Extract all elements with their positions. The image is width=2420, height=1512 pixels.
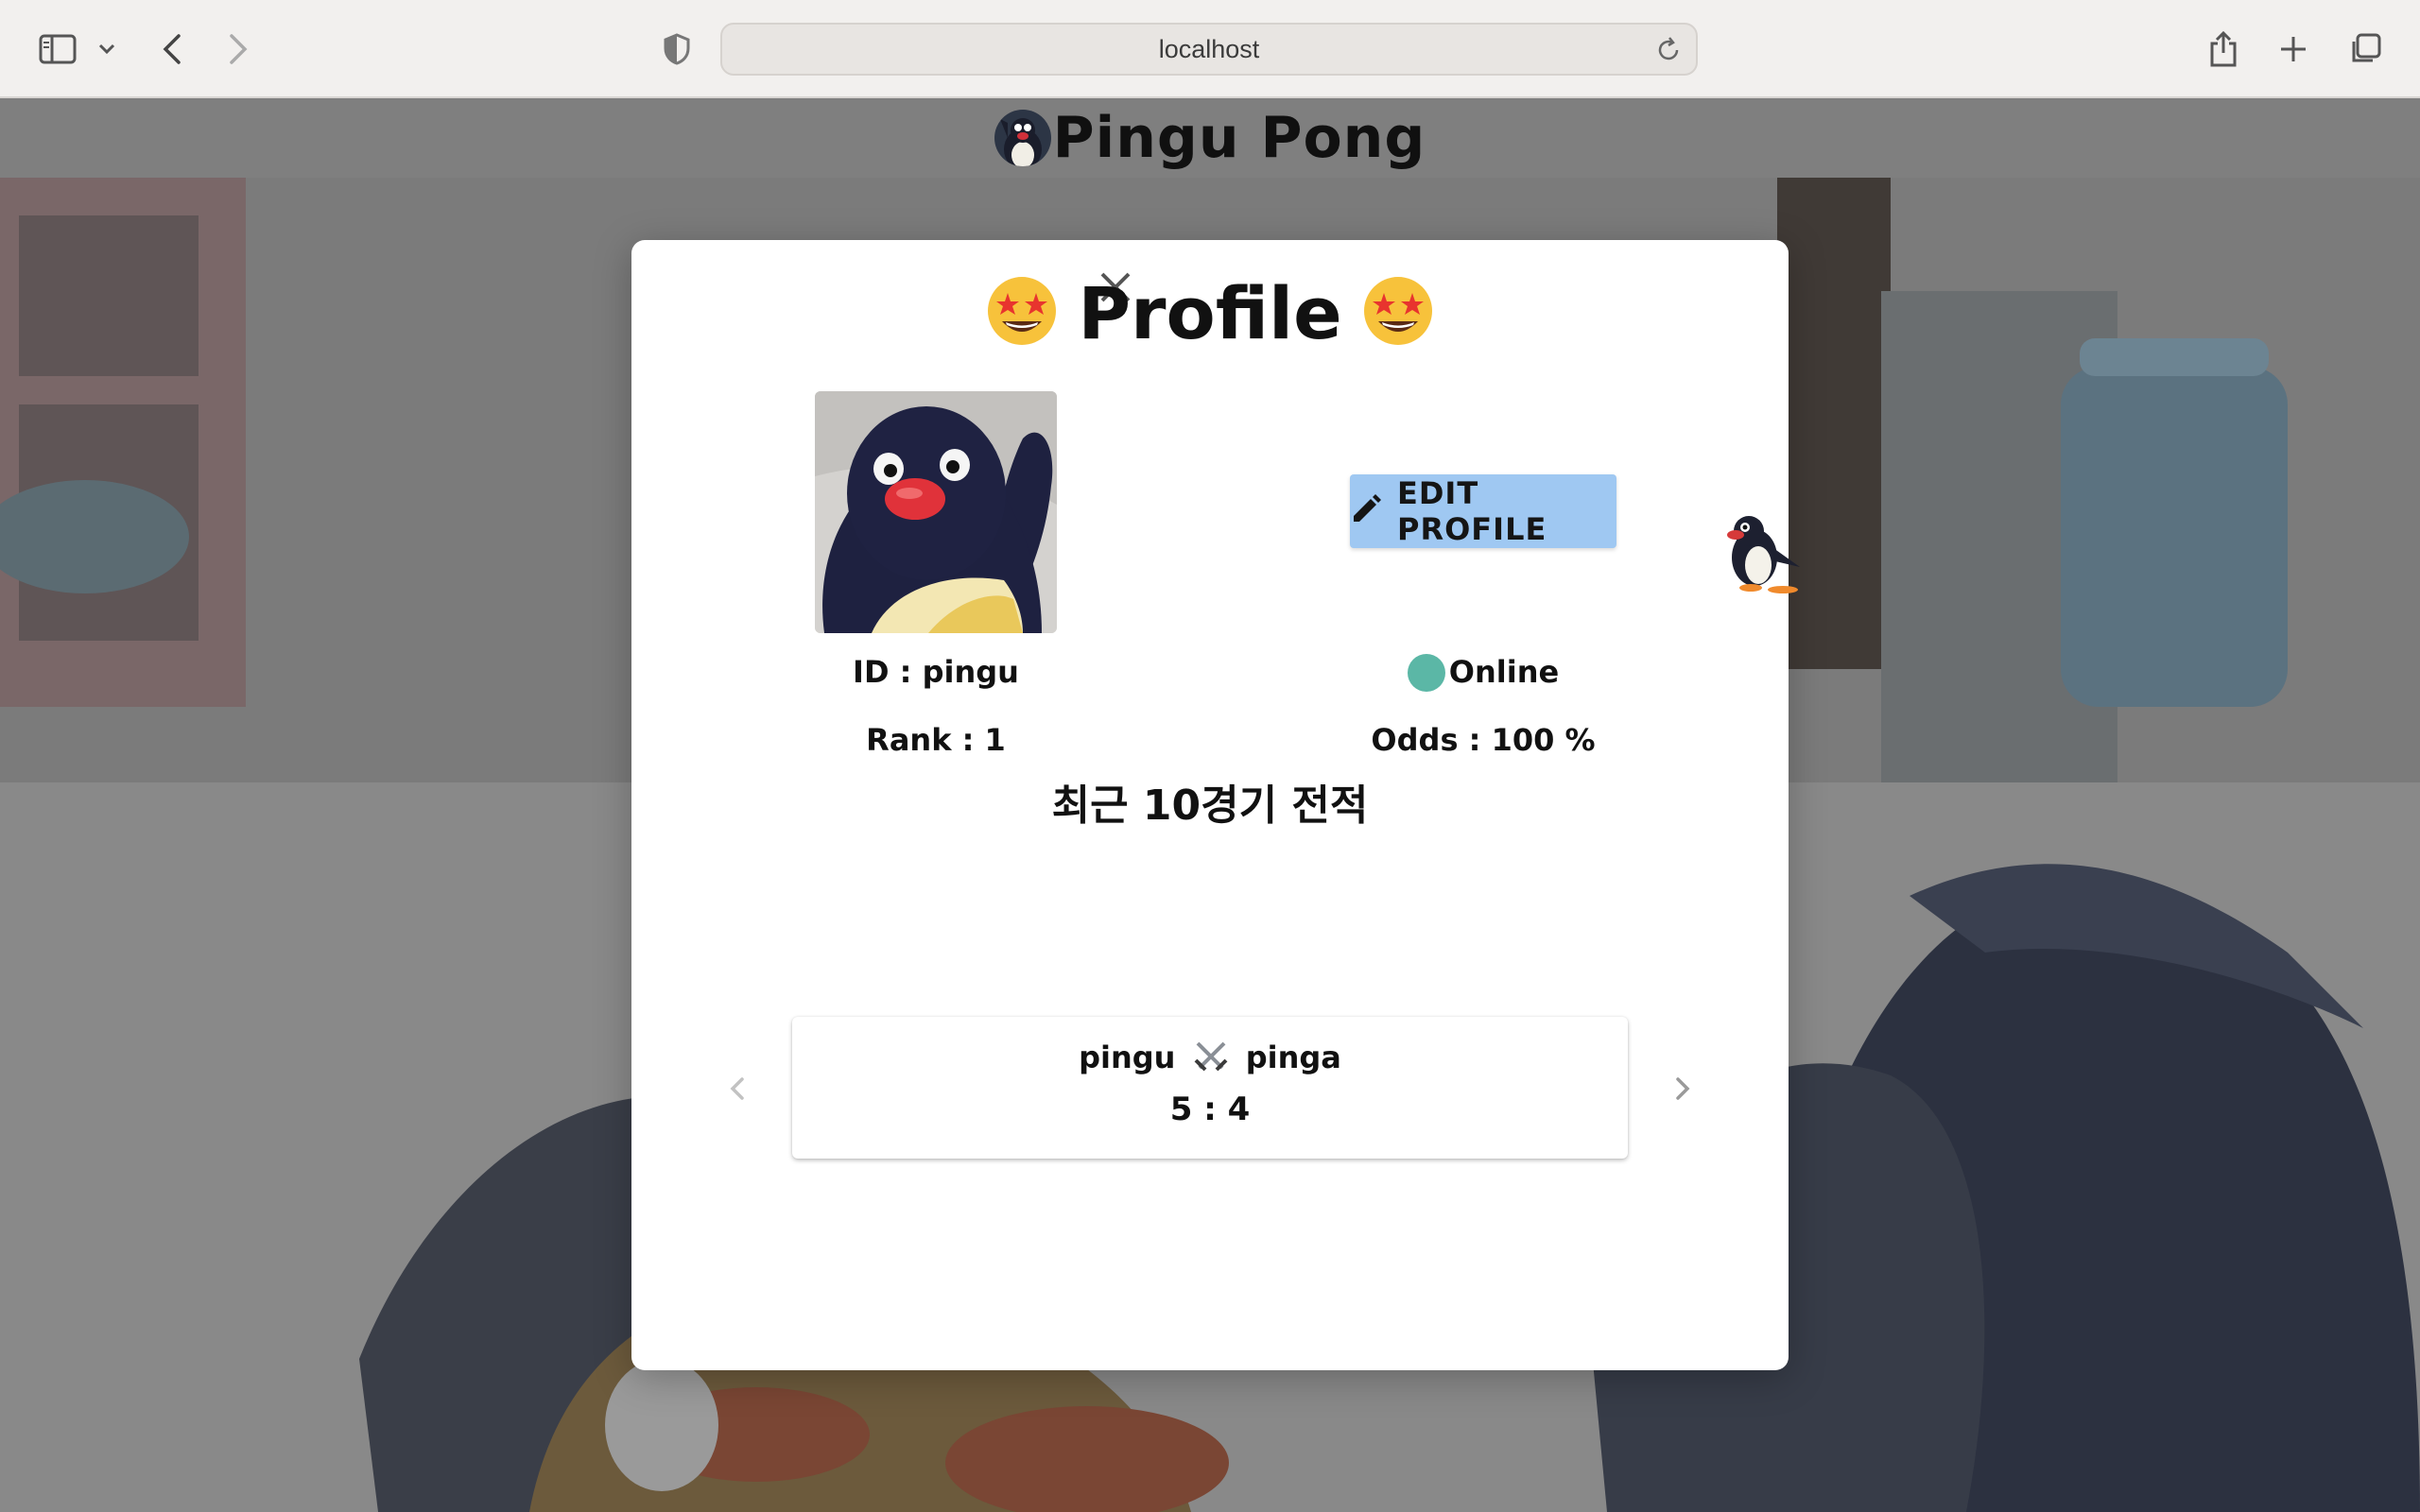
match-card[interactable]: pingu pinga 5 : 4 [792,1017,1628,1159]
tabs-icon[interactable] [2344,21,2386,77]
star-struck-emoji-icon [1361,274,1435,348]
match-player-left: pingu [1079,1040,1176,1075]
chevron-down-icon[interactable] [93,21,121,77]
crossed-swords-icon [1192,1038,1230,1083]
app-header: Pingu Pong [0,98,2420,178]
match-score: 5 : 4 [1169,1091,1251,1128]
app-title: Pingu Pong [1052,105,1426,171]
status-online-icon [1407,654,1445,692]
status-row: Online [1350,654,1616,692]
chevron-right-icon[interactable] [1664,1070,1702,1108]
user-rank: Rank : 1 [866,722,1006,758]
reload-icon[interactable] [1654,36,1683,64]
penguin-sticker-icon [1717,510,1807,595]
pencil-icon [1350,493,1382,529]
edit-profile-button[interactable]: EDIT PROFILE [1350,474,1616,548]
plus-icon[interactable] [2273,21,2314,77]
shield-icon[interactable] [658,21,696,77]
url-text: localhost [1158,34,1260,63]
share-icon[interactable] [2203,21,2244,77]
edit-profile-label: EDIT PROFILE [1397,475,1547,547]
status-text: Online [1448,654,1560,690]
forward-icon[interactable] [219,21,257,77]
user-id: ID : pingu [853,654,1019,690]
address-bar[interactable]: localhost [720,23,1698,76]
back-icon[interactable] [153,21,191,77]
user-odds: Odds : 100 % [1371,722,1596,758]
match-history-title: 최근 10경기 전적 [1051,782,1369,830]
sidebar-icon[interactable] [34,21,81,77]
star-struck-emoji-icon [985,274,1059,348]
logo-icon [994,110,1051,166]
modal-title: Profile [1078,271,1342,355]
browser-toolbar: localhost [0,0,2420,98]
match-player-right: pinga [1245,1040,1341,1075]
chevron-left-icon[interactable] [718,1070,756,1108]
modal-title-row: Profile [631,268,1789,359]
avatar [815,391,1057,633]
match-players: pingu pinga [792,1038,1628,1083]
